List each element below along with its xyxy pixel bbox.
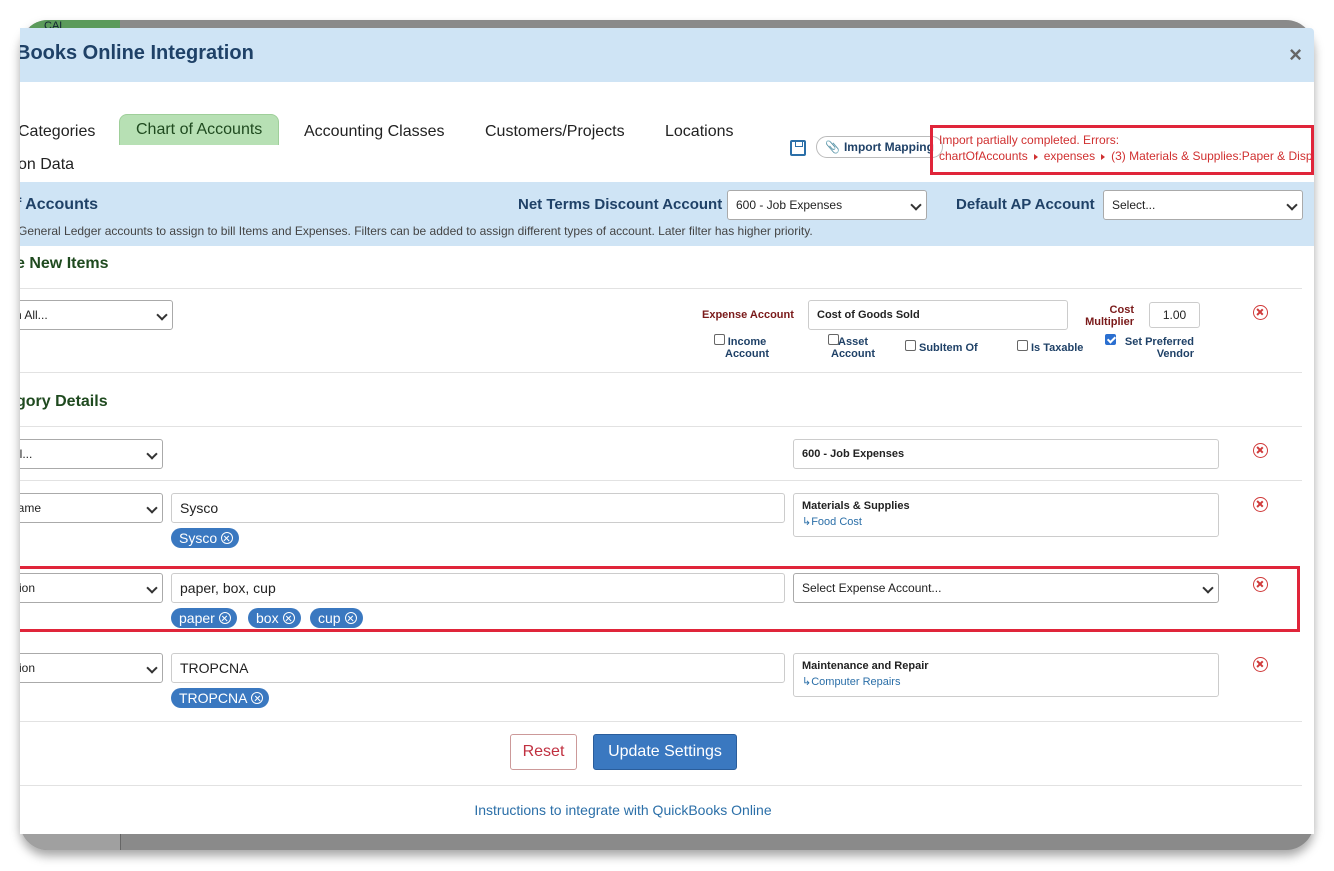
divider (20, 721, 1302, 722)
row-1-match-select[interactable]: All... (20, 439, 163, 469)
reset-button[interactable]: Reset (510, 734, 577, 770)
import-mapping-button[interactable]: 📎 Import Mapping (816, 136, 943, 158)
row-3-expense-account-select[interactable]: Select Expense Account... (793, 573, 1219, 603)
category-details-title: gory Details (20, 393, 108, 410)
remove-chip-icon[interactable] (344, 612, 357, 624)
modal-header: Books Online Integration × (20, 28, 1314, 82)
is-taxable-label: Is Taxable (1031, 342, 1084, 354)
chevron-down-icon (1286, 199, 1298, 211)
tab-categories[interactable]: Categories (20, 123, 95, 141)
accounts-settings-band: f Accounts General Ledger accounts to as… (20, 182, 1314, 246)
is-taxable-checkbox[interactable] (1017, 340, 1028, 351)
tab-accounting-classes[interactable]: Accounting Classes (304, 123, 445, 141)
set-preferred-vendor-checkbox[interactable] (1105, 334, 1116, 345)
divider (20, 288, 1302, 289)
tab-chart-of-accounts[interactable]: Chart of Accounts (119, 114, 280, 145)
default-ap-label: Default AP Account (956, 196, 1095, 213)
tab-customers-projects[interactable]: Customers/Projects (485, 123, 625, 141)
divider (20, 480, 1302, 481)
tab-location-data[interactable]: on Data (20, 156, 74, 174)
remove-chip-icon[interactable] (282, 612, 295, 624)
new-items-title: e New Items (20, 255, 109, 272)
filter-chip[interactable]: cup (310, 608, 363, 628)
row-2-match-select[interactable]: Name (20, 493, 163, 523)
remove-row-icon[interactable] (1253, 443, 1268, 458)
subitem-of-checkbox[interactable] (905, 340, 916, 351)
divider (20, 426, 1302, 427)
remove-row-icon[interactable] (1253, 497, 1268, 512)
new-items-match-select[interactable]: ch All... (20, 300, 173, 330)
integration-modal: Books Online Integration × Categories Ch… (20, 28, 1314, 834)
subitem-of-label: SubItem Of (919, 342, 978, 354)
chevron-down-icon (146, 448, 158, 460)
remove-row-icon[interactable] (1253, 577, 1268, 592)
modal-title: Books Online Integration (20, 42, 254, 64)
default-ap-select[interactable]: Select... (1103, 190, 1303, 220)
chevron-down-icon (146, 662, 158, 674)
divider (20, 785, 1302, 786)
income-account-label: Income Account (725, 336, 769, 360)
remove-row-icon[interactable] (1253, 657, 1268, 672)
instructions-link[interactable]: Instructions to integrate with QuickBook… (20, 802, 1226, 818)
set-preferred-vendor-label: Set Preferred Vendor (1124, 336, 1194, 360)
chevron-down-icon (146, 502, 158, 514)
row-2-filter-input[interactable]: Sysco (171, 493, 785, 523)
expense-account-field[interactable]: Cost of Goods Sold (808, 300, 1068, 330)
asset-account-label: Asset Account (831, 336, 875, 360)
error-path: chartOfAccounts expenses (3) Materials & S… (939, 149, 1314, 163)
cost-multiplier-input[interactable]: 1.00 (1149, 302, 1200, 328)
chevron-down-icon (146, 582, 158, 594)
filter-chip[interactable]: paper (171, 608, 237, 628)
import-error-message: Import partially completed. Errors: char… (930, 125, 1314, 175)
chevron-down-icon (910, 199, 922, 211)
save-icon[interactable] (790, 140, 806, 156)
remove-chip-icon[interactable] (218, 612, 231, 624)
section-description: General Ledger accounts to assign to bil… (20, 224, 813, 238)
section-title-accounts: f Accounts (20, 196, 99, 213)
filter-chip[interactable]: box (248, 608, 301, 628)
paperclip-icon: 📎 (825, 140, 840, 154)
row-1-account-field[interactable]: 600 - Job Expenses (793, 439, 1219, 469)
filter-chip[interactable]: Sysco (171, 528, 240, 548)
row-3-filter-input[interactable]: paper, box, cup (171, 573, 785, 603)
remove-row-icon[interactable] (1253, 305, 1268, 320)
expense-account-label: Expense Account (702, 309, 794, 321)
update-settings-button[interactable]: Update Settings (593, 734, 737, 770)
remove-chip-icon[interactable] (221, 532, 234, 544)
chevron-down-icon (156, 309, 168, 321)
row-4-match-select[interactable]: otion (20, 653, 163, 683)
net-terms-label: Net Terms Discount Account (518, 196, 723, 213)
net-terms-discount-select[interactable]: 600 - Job Expenses (727, 190, 927, 220)
caret-right-icon (1033, 153, 1038, 160)
filter-chip[interactable]: TROPCNA (171, 688, 270, 708)
chevron-down-icon (1202, 582, 1214, 594)
close-icon[interactable]: × (1289, 42, 1302, 68)
row-2-account-box[interactable]: Materials & Supplies ↳Food Cost (793, 493, 1219, 537)
remove-chip-icon[interactable] (251, 692, 264, 704)
row-4-account-box[interactable]: Maintenance and Repair ↳Computer Repairs (793, 653, 1219, 697)
row-4-filter-input[interactable]: TROPCNA (171, 653, 785, 683)
row-3-match-select[interactable]: otion (20, 573, 163, 603)
divider (20, 372, 1302, 373)
caret-right-icon (1101, 153, 1106, 160)
cost-multiplier-label: Cost Multiplier (1085, 304, 1134, 328)
tab-locations[interactable]: Locations (665, 123, 734, 141)
